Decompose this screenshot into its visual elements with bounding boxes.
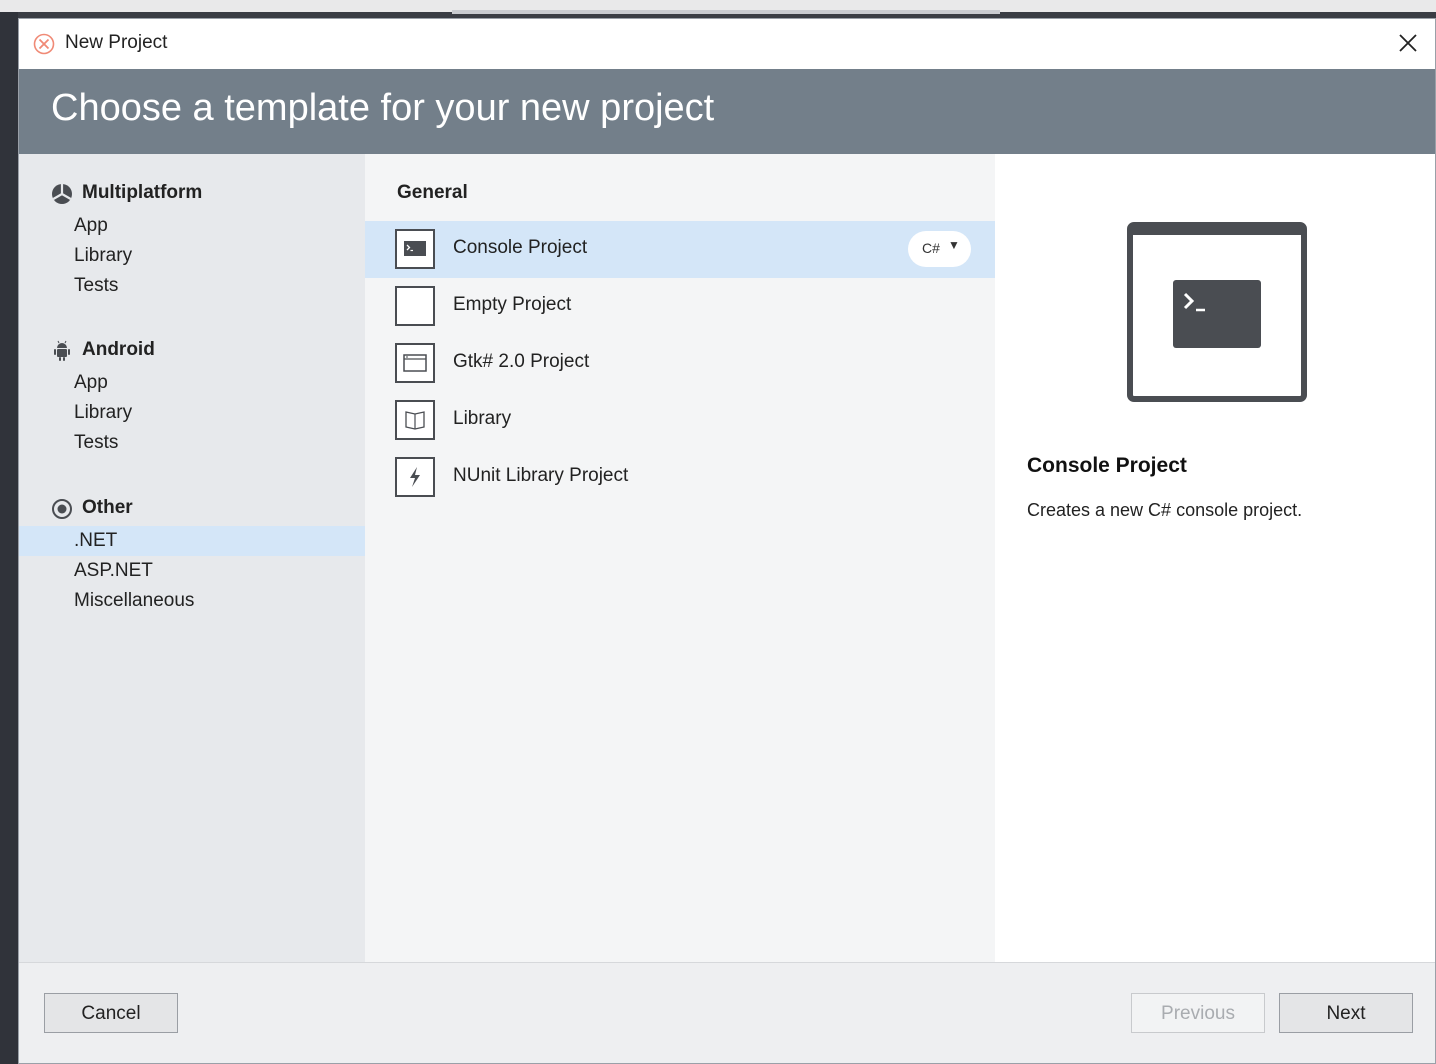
template-gtk-project[interactable]: Gtk# 2.0 Project	[365, 335, 995, 392]
window-title: New Project	[65, 32, 168, 53]
template-console-project[interactable]: Console Project C# ▼	[365, 221, 995, 278]
sidebar-item-dotnet[interactable]: .NET	[19, 526, 365, 556]
background-window-edge	[0, 12, 18, 1064]
template-label: Empty Project	[453, 294, 572, 315]
multiplatform-icon	[52, 184, 72, 204]
sidebar-item-app[interactable]: App	[19, 368, 365, 398]
xamarin-app-icon	[33, 33, 55, 55]
category-multiplatform: Multiplatform App Library Tests	[19, 179, 365, 301]
dialog-header: Choose a template for your new project	[19, 69, 1435, 154]
language-dropdown[interactable]: C# ▼	[908, 231, 971, 267]
category-other: Other .NET ASP.NET Miscellaneous	[19, 494, 365, 616]
next-button[interactable]: Next	[1279, 993, 1413, 1033]
sidebar-item-library[interactable]: Library	[19, 241, 365, 271]
header-title: Choose a template for your new project	[51, 87, 715, 129]
sidebar-item-miscellaneous[interactable]: Miscellaneous	[19, 586, 365, 616]
category-label: Other	[82, 497, 133, 518]
preview-description: Creates a new C# console project.	[1027, 500, 1303, 520]
language-label: C#	[922, 240, 940, 256]
title-bar: New Project	[19, 19, 1435, 69]
template-library[interactable]: Library	[365, 392, 995, 449]
console-preview-icon	[1127, 222, 1307, 402]
template-list: General Console Project C# ▼ Empty Proje…	[365, 154, 995, 962]
other-icon	[52, 499, 72, 519]
preview-title: Console Project	[1027, 454, 1187, 477]
template-nunit-library[interactable]: NUnit Library Project	[365, 449, 995, 506]
category-android: Android App Library Tests	[19, 336, 365, 458]
category-label: Multiplatform	[82, 182, 203, 203]
background-strip	[0, 0, 1436, 14]
android-icon	[54, 340, 70, 361]
template-label: Library	[453, 408, 512, 429]
sidebar-item-library[interactable]: Library	[19, 398, 365, 428]
gtk-window-icon	[395, 343, 435, 383]
template-empty-project[interactable]: Empty Project	[365, 278, 995, 335]
new-project-dialog: New Project Choose a template for your n…	[18, 18, 1436, 1064]
chevron-down-icon: ▼	[948, 238, 960, 252]
sidebar-item-tests[interactable]: Tests	[19, 271, 365, 301]
nunit-icon	[395, 457, 435, 497]
sidebar-item-tests[interactable]: Tests	[19, 428, 365, 458]
template-preview: Console Project Creates a new C# console…	[995, 154, 1435, 962]
category-sidebar: Multiplatform App Library Tests Android …	[19, 154, 365, 962]
sidebar-item-app[interactable]: App	[19, 211, 365, 241]
sidebar-item-aspnet[interactable]: ASP.NET	[19, 556, 365, 586]
template-label: NUnit Library Project	[453, 465, 629, 486]
dialog-footer: Cancel Previous Next	[19, 962, 1435, 1063]
cancel-button[interactable]: Cancel	[44, 993, 178, 1033]
empty-project-icon	[395, 286, 435, 326]
close-icon[interactable]	[1391, 27, 1425, 61]
library-icon	[395, 400, 435, 440]
template-label: Gtk# 2.0 Project	[453, 351, 590, 372]
console-icon	[395, 229, 435, 269]
template-label: Console Project	[453, 237, 588, 258]
section-title: General	[397, 182, 468, 203]
category-label: Android	[82, 339, 155, 360]
previous-button[interactable]: Previous	[1131, 993, 1265, 1033]
